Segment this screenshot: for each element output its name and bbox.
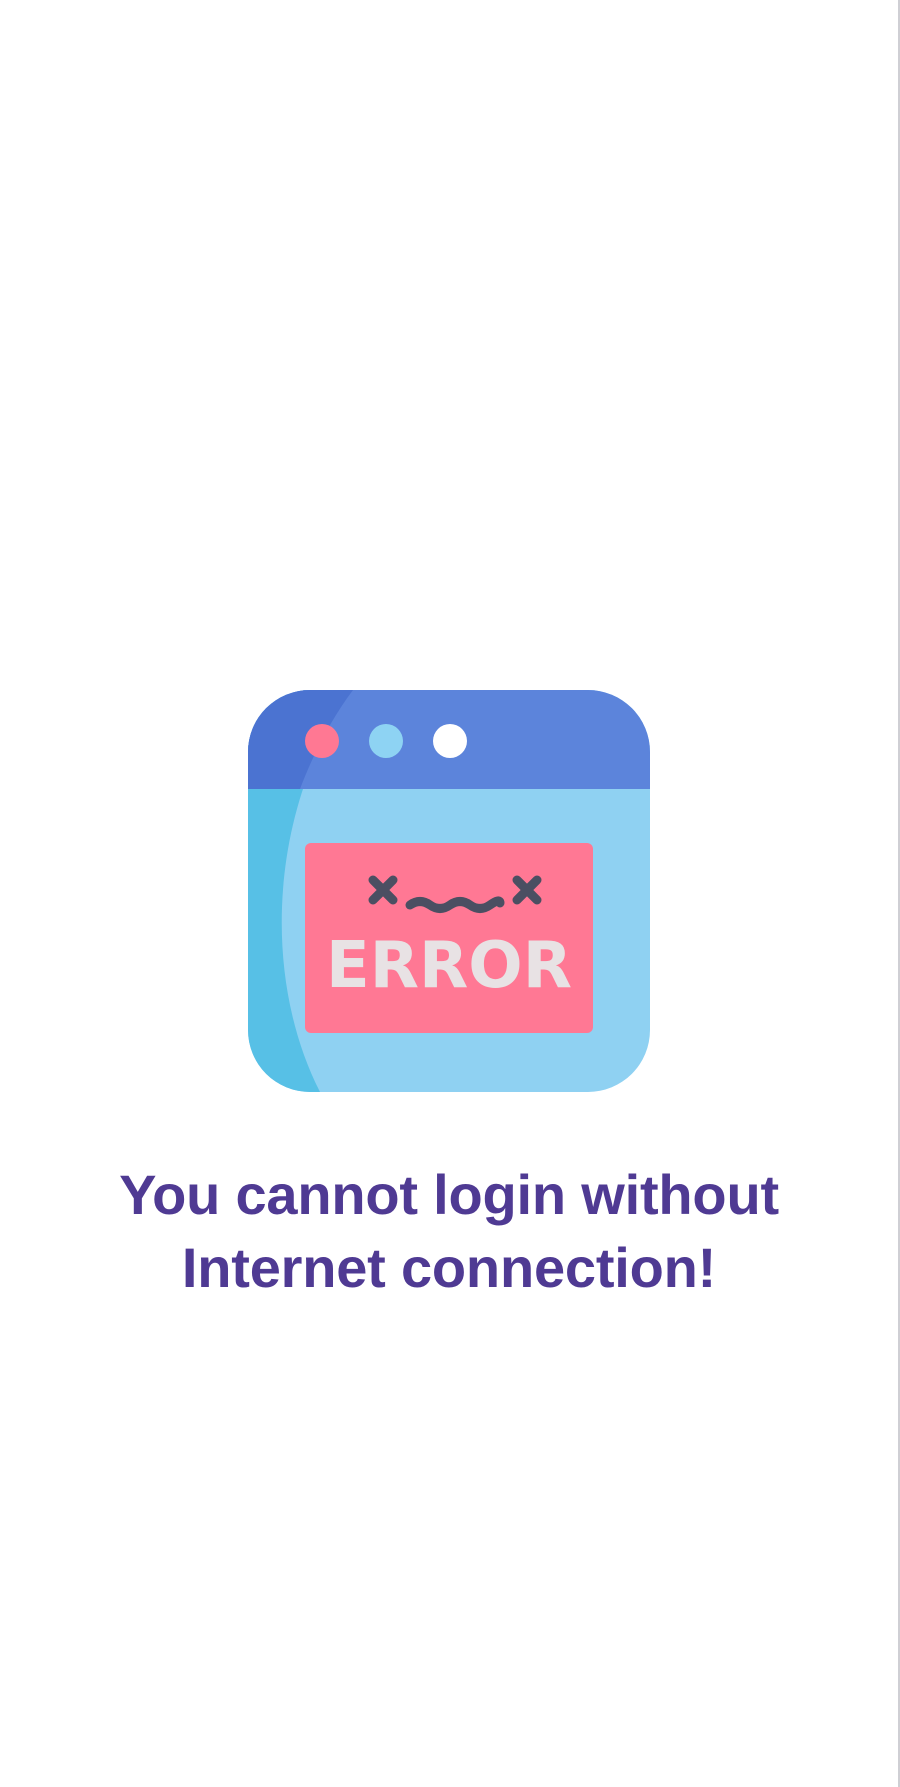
window-dot-red [305,724,339,758]
error-label: ERROR [326,929,572,1003]
window-dot-white [433,724,467,758]
error-screen: ERROR You cannot login without Internet … [0,0,898,1787]
window-dot-blue [369,724,403,758]
browser-error-illustration: ERROR [248,690,650,1092]
browser-error-icon: ERROR [248,690,650,1092]
no-internet-message: You cannot login without Internet connec… [119,1163,779,1299]
